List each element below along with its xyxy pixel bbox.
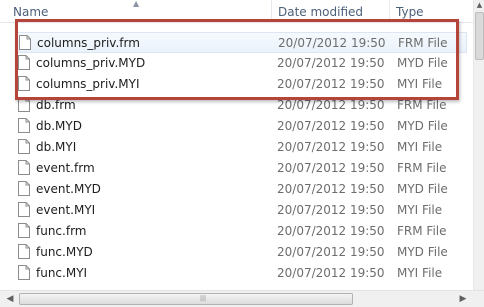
file-type: MYD File (397, 245, 448, 259)
file-type: MYI File (397, 266, 443, 280)
file-row[interactable]: db.MYD 20/07/2012 19:50 MYD File (0, 116, 473, 137)
file-row[interactable]: event.frm 20/07/2012 19:50 FRM File (0, 158, 473, 179)
file-row[interactable]: event.MYI 20/07/2012 19:50 MYI File (0, 200, 473, 221)
file-name: db.MYI (36, 140, 77, 154)
annotation-highlight-box (15, 19, 459, 100)
file-name: func.frm (36, 224, 87, 238)
document-file-icon (18, 202, 30, 217)
file-name: func.MYD (36, 245, 93, 259)
file-name: event.frm (36, 161, 95, 175)
vertical-scrollbar[interactable]: ▲ (473, 0, 484, 290)
file-date: 20/07/2012 19:50 (277, 266, 385, 280)
document-file-icon (18, 181, 30, 196)
file-name: db.MYD (36, 119, 82, 133)
document-file-icon (18, 118, 30, 133)
file-type: MYI File (397, 140, 443, 154)
file-type: FRM File (397, 224, 447, 238)
horizontal-scroll-thumb[interactable]: ||| (19, 293, 353, 305)
document-file-icon (18, 223, 30, 238)
scroll-right-arrow-icon[interactable]: ▶ (455, 293, 471, 305)
file-name: event.MYI (36, 203, 96, 217)
file-date: 20/07/2012 19:50 (277, 245, 385, 259)
file-type: MYI File (397, 203, 443, 217)
file-date: 20/07/2012 19:50 (277, 161, 385, 175)
file-name: func.MYI (36, 266, 88, 280)
document-file-icon (18, 244, 30, 259)
horizontal-scrollbar[interactable]: ◀ ||| ▶ (0, 290, 484, 307)
file-type: MYD File (397, 119, 448, 133)
scroll-up-arrow-icon[interactable]: ▲ (474, 0, 484, 11)
file-row[interactable]: db.MYI 20/07/2012 19:50 MYI File (0, 137, 473, 158)
file-date: 20/07/2012 19:50 (277, 119, 385, 133)
scroll-grip-icon: ||| (200, 295, 207, 302)
file-date: 20/07/2012 19:50 (277, 203, 385, 217)
file-row[interactable]: func.MYI 20/07/2012 19:50 MYI File (0, 263, 473, 284)
document-file-icon (18, 139, 30, 154)
file-date: 20/07/2012 19:50 (277, 182, 385, 196)
file-type: FRM File (397, 161, 447, 175)
file-date: 20/07/2012 19:50 (277, 224, 385, 238)
file-name: event.MYD (36, 182, 101, 196)
file-date: 20/07/2012 19:50 (277, 140, 385, 154)
document-file-icon (18, 160, 30, 175)
document-file-icon (18, 265, 30, 280)
file-row[interactable]: func.MYD 20/07/2012 19:50 MYD File (0, 242, 473, 263)
file-row[interactable]: func.frm 20/07/2012 19:50 FRM File (0, 221, 473, 242)
scroll-left-arrow-icon[interactable]: ◀ (2, 293, 18, 305)
vertical-scroll-thumb[interactable] (475, 12, 484, 60)
file-row[interactable]: event.MYD 20/07/2012 19:50 MYD File (0, 179, 473, 200)
file-type: MYD File (397, 182, 448, 196)
